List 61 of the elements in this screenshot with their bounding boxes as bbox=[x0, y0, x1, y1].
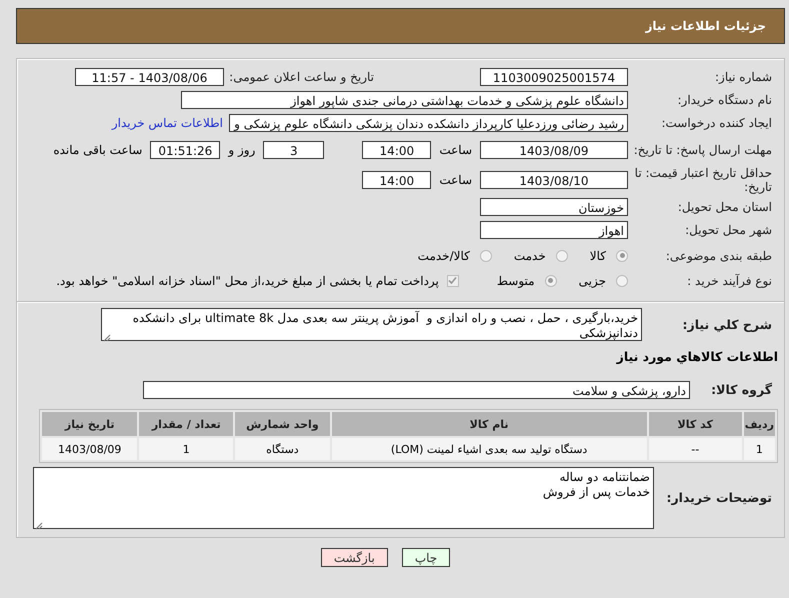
page-title: جزئیات اطلاعات نیاز bbox=[645, 19, 766, 33]
table-cell: 1 bbox=[139, 438, 234, 460]
text-content: ضمانتنامه دو ساله خدمات پس از فروش bbox=[542, 470, 650, 500]
table-cell: 1403/08/09 bbox=[42, 438, 138, 460]
field-label: نوع فرآیند خرید : bbox=[686, 274, 773, 288]
time-field: 14:00 bbox=[362, 140, 432, 158]
field-label: شرح کلي نياز: bbox=[682, 318, 773, 332]
back-button[interactable]: بازگشت bbox=[320, 548, 388, 567]
date-field: 1403/08/09 bbox=[480, 140, 628, 158]
payment-note: پرداخت تمام یا بخشی از مبلغ خرید،از محل "اسناد خزانه اسلامی" خواهد بود. bbox=[56, 274, 439, 288]
table-cell: دستگاه تولید سه بعدی اشیاء لمینت (LOM) bbox=[332, 438, 647, 460]
field-label: طبقه بندی موضوعی: bbox=[664, 248, 773, 262]
field-label: مهلت ارسال پاسخ: تا تاریخ: bbox=[632, 142, 773, 156]
column-header: تاریخ نیاز bbox=[42, 412, 138, 436]
city-field: اهواز bbox=[480, 220, 628, 238]
field-label: استان محل تحویل: bbox=[676, 200, 773, 214]
field-label: ایجاد کننده درخواست: bbox=[660, 116, 773, 130]
column-header: واحد شمارش bbox=[235, 412, 330, 436]
field-label: تاریخ و ساعت اعلان عمومی: bbox=[228, 70, 375, 84]
column-header: نام کالا bbox=[332, 412, 647, 436]
table-cell: -- bbox=[648, 438, 742, 460]
radio-button[interactable] bbox=[616, 274, 628, 286]
requester-field: رشید رضائی ورزدعلیا کارپرداز دانشکده دندان پزشکی دانشگاه علوم پزشکی و bbox=[229, 114, 628, 132]
field-label: روز و bbox=[226, 142, 256, 156]
field-label: نام دستگاه خریدار: bbox=[676, 92, 773, 106]
option-label: خدمت bbox=[514, 248, 546, 262]
column-header: کد کالا bbox=[648, 412, 742, 436]
field-label: شهر محل تحویل: bbox=[684, 222, 773, 236]
field-label: ساعت باقی مانده bbox=[52, 142, 144, 156]
date-field: 1403/08/10 bbox=[480, 170, 628, 188]
time-field: 14:00 bbox=[362, 170, 432, 188]
radio-button[interactable] bbox=[544, 274, 557, 286]
need-number-field: 1103009025001574 bbox=[480, 68, 628, 86]
group-field: دارو، پزشکی و سلامت bbox=[143, 380, 690, 398]
province-field: خوزستان bbox=[480, 198, 628, 216]
radio-button[interactable] bbox=[480, 250, 492, 262]
field-label: ساعت bbox=[438, 142, 473, 156]
field-label: گروه کالا: bbox=[710, 382, 773, 396]
days-field: 3 bbox=[263, 140, 324, 158]
buyer-field: دانشگاه علوم پزشکی و خدمات بهداشتی درمانی جندی شاپور اهواز bbox=[181, 90, 628, 108]
checkbox[interactable] bbox=[446, 274, 459, 286]
countdown-field: 01:51:26 bbox=[150, 140, 220, 158]
field-label: ساعت bbox=[438, 172, 473, 186]
field-label: توضیحات خریدار: bbox=[665, 491, 773, 505]
field-label: شماره نیاز: bbox=[714, 70, 773, 84]
table-cell: 1 bbox=[744, 438, 775, 460]
section-heading: اطلاعات کالاهاي مورد نياز bbox=[616, 349, 778, 364]
table-cell: دستگاه bbox=[235, 438, 330, 460]
date-field: 1403/08/06 - 11:57 bbox=[75, 68, 224, 86]
option-label: جزیی bbox=[578, 274, 606, 288]
radio-button[interactable] bbox=[616, 250, 628, 262]
column-header: ردیف bbox=[744, 412, 775, 436]
option-label: متوسط bbox=[496, 274, 535, 288]
radio-button[interactable] bbox=[556, 250, 568, 262]
option-label: کالا bbox=[590, 248, 606, 262]
print-button[interactable]: چاپ bbox=[402, 548, 450, 567]
column-header: تعداد / مقدار bbox=[139, 412, 234, 436]
option-label: کالا/خدمت bbox=[418, 248, 470, 262]
field-label: حداقل تاریخ اعتبار قیمت: تا تاریخ: bbox=[634, 166, 773, 194]
contact-link[interactable]: اطلاعات تماس خریدار bbox=[112, 116, 223, 130]
notes-area[interactable]: ضمانتنامه دو ساله خدمات پس از فروش bbox=[33, 467, 654, 529]
